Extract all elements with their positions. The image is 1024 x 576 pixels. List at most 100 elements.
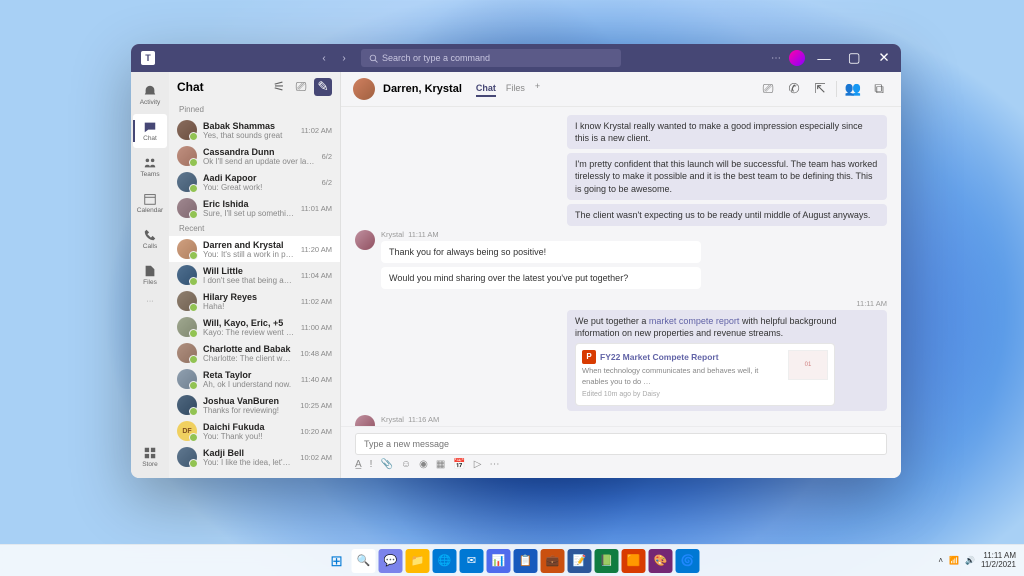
add-people-button[interactable]: 👥 xyxy=(843,79,863,99)
taskbar-app-icon[interactable]: ✉ xyxy=(460,549,484,573)
chat-list-item[interactable]: Cassandra DunnOk I'll send an update ove… xyxy=(169,143,340,169)
rail-chat[interactable]: Chat xyxy=(133,114,167,148)
file-attachment-card[interactable]: P FY22 Market Compete Report When techno… xyxy=(575,343,835,406)
section-recent: Recent xyxy=(169,221,340,236)
taskbar-app-icon[interactable]: 📗 xyxy=(595,549,619,573)
chat-time: 6/2 xyxy=(322,178,332,187)
chat-preview: Sure, I'll set up something for next wee… xyxy=(203,209,295,218)
chat-list: Chat ⚟ ⎚ ✎ Pinned Babak ShammasYes, that… xyxy=(169,72,341,478)
chat-name: Will, Kayo, Eric, +5 xyxy=(203,318,295,328)
clock[interactable]: 11:11 AM 11/2/2021 xyxy=(981,552,1016,570)
chat-list-item[interactable]: Charlotte and BabakCharlotte: The client… xyxy=(169,340,340,366)
incoming-message: Would you mind sharing over the latest y… xyxy=(381,267,701,289)
close-button[interactable]: ✕ xyxy=(873,47,895,69)
chat-time: 10:20 AM xyxy=(300,427,332,436)
taskbar-app-icon[interactable]: 🎨 xyxy=(649,549,673,573)
back-button[interactable]: ‹ xyxy=(315,49,333,67)
meet-now-button[interactable]: ⎚ xyxy=(292,78,310,96)
stream-icon[interactable]: ▷ xyxy=(474,459,482,470)
message-composer: A̲ ! 📎 ☺ ◉ ▦ 📅 ▷ ⋯ xyxy=(341,426,901,478)
chat-preview: You: Thank you!! xyxy=(203,432,294,441)
chat-list-item[interactable]: Joshua VanBurenThanks for reviewing!10:2… xyxy=(169,392,340,418)
taskbar-app-icon[interactable]: 🌐 xyxy=(433,549,457,573)
chat-list-item[interactable]: Reta TaylorAh, ok I understand now.11:40… xyxy=(169,366,340,392)
chat-name: Eric Ishida xyxy=(203,199,295,209)
taskbar-app-icon[interactable]: 🟧 xyxy=(622,549,646,573)
share-button[interactable]: ⇱ xyxy=(810,79,830,99)
chat-list-item[interactable]: Will LittleI don't see that being an iss… xyxy=(169,262,340,288)
taskbar-app-icon[interactable]: 💬 xyxy=(379,549,403,573)
volume-icon[interactable]: 🔊 xyxy=(965,556,975,565)
search-input[interactable]: Search or type a command xyxy=(361,49,621,67)
chat-list-item[interactable]: Hilary ReyesHaha!11:02 AM xyxy=(169,288,340,314)
chat-list-item[interactable]: Will, Kayo, Eric, +5Kayo: The review wen… xyxy=(169,314,340,340)
rail-more[interactable]: ··· xyxy=(147,298,154,305)
outgoing-message: We put together a market compete report … xyxy=(567,310,887,411)
rail-teams[interactable]: Teams xyxy=(133,150,167,184)
attach-icon[interactable]: 📎 xyxy=(380,459,392,470)
taskbar-app-icon[interactable]: 📋 xyxy=(514,549,538,573)
minimize-button[interactable]: — xyxy=(813,47,835,69)
chat-time: 11:20 AM xyxy=(301,245,332,254)
taskbar-app-icon[interactable]: 💼 xyxy=(541,549,565,573)
chat-time: 6/2 xyxy=(322,152,332,161)
rail-calls[interactable]: Calls xyxy=(133,222,167,256)
outgoing-message: I'm pretty confident that this launch wi… xyxy=(567,153,887,199)
audio-call-button[interactable]: ✆ xyxy=(784,79,804,99)
tab-files[interactable]: Files xyxy=(506,81,525,97)
tab-chat[interactable]: Chat xyxy=(476,81,496,97)
rail-apps[interactable]: Store xyxy=(133,440,167,474)
add-tab-button[interactable]: + xyxy=(535,81,540,97)
taskbar: ⊞🔍💬📁🌐✉📊📋💼📝📗🟧🎨🌀 ˄ 📶 🔊 11:11 AM 11/2/2021 xyxy=(0,544,1024,576)
taskbar-app-icon[interactable]: ⊞ xyxy=(325,549,349,573)
taskbar-app-icon[interactable]: 🔍 xyxy=(352,549,376,573)
gif-icon[interactable]: ◉ xyxy=(419,459,428,470)
more-icon[interactable]: ⋯ xyxy=(489,459,499,470)
meeting-icon[interactable]: 📅 xyxy=(453,459,465,470)
sticker-icon[interactable]: ▦ xyxy=(436,459,445,470)
popout-button[interactable]: ⧉ xyxy=(869,79,889,99)
rail-files[interactable]: Files xyxy=(133,258,167,292)
taskbar-app-icon[interactable]: 📊 xyxy=(487,549,511,573)
avatar xyxy=(177,317,197,337)
chat-preview: Haha! xyxy=(203,302,295,311)
chat-list-item[interactable]: Kadji BellYou: I like the idea, let's pi… xyxy=(169,444,340,470)
taskbar-apps: ⊞🔍💬📁🌐✉📊📋💼📝📗🟧🎨🌀 xyxy=(325,549,700,573)
message-input[interactable] xyxy=(355,433,887,455)
new-chat-button[interactable]: ✎ xyxy=(314,78,332,96)
chat-time: 11:00 AM xyxy=(301,323,332,332)
format-icon[interactable]: A̲ xyxy=(355,459,362,470)
section-pinned: Pinned xyxy=(169,102,340,117)
chat-name: Will Little xyxy=(203,266,295,276)
chat-list-item[interactable]: Aadi KapoorYou: Great work!6/2 xyxy=(169,169,340,195)
chat-list-item[interactable]: Babak ShammasYes, that sounds great11:02… xyxy=(169,117,340,143)
taskbar-app-icon[interactable]: 🌀 xyxy=(676,549,700,573)
tray-chevron-icon[interactable]: ˄ xyxy=(938,556,943,565)
rail-activity[interactable]: Activity xyxy=(133,78,167,112)
chat-preview: Charlotte: The client was pretty happy w… xyxy=(203,354,294,363)
chat-preview: You: I like the idea, let's pitch it! xyxy=(203,458,294,467)
filter-button[interactable]: ⚟ xyxy=(270,78,288,96)
more-icon[interactable]: ⋯ xyxy=(771,53,781,64)
system-tray[interactable]: ˄ 📶 🔊 11:11 AM 11/2/2021 xyxy=(938,552,1024,570)
taskbar-app-icon[interactable]: 📁 xyxy=(406,549,430,573)
attachment-thumbnail: 01 xyxy=(788,350,828,380)
chat-list-item[interactable]: Darren and KrystalYou: It's still a work… xyxy=(169,236,340,262)
user-avatar[interactable] xyxy=(789,50,805,66)
wifi-icon[interactable]: 📶 xyxy=(949,556,959,565)
taskbar-app-icon[interactable]: 📝 xyxy=(568,549,592,573)
message-link[interactable]: market compete report xyxy=(649,316,740,326)
chat-time: 10:02 AM xyxy=(300,453,332,462)
chat-list-item[interactable]: DFDaichi FukudaYou: Thank you!!10:20 AM xyxy=(169,418,340,444)
chat-name: Darren and Krystal xyxy=(203,240,295,250)
rail-calendar[interactable]: Calendar xyxy=(133,186,167,220)
forward-button[interactable]: › xyxy=(335,49,353,67)
priority-icon[interactable]: ! xyxy=(370,459,373,470)
chat-list-item[interactable]: Eric IshidaSure, I'll set up something f… xyxy=(169,195,340,221)
nav-buttons: ‹ › xyxy=(315,49,353,67)
emoji-icon[interactable]: ☺ xyxy=(401,459,411,470)
maximize-button[interactable]: ▢ xyxy=(843,47,865,69)
message-list[interactable]: I know Krystal really wanted to make a g… xyxy=(341,107,901,426)
video-call-button[interactable]: ⎚ xyxy=(758,79,778,99)
titlebar: T ‹ › Search or type a command ⋯ — ▢ ✕ xyxy=(131,44,901,72)
